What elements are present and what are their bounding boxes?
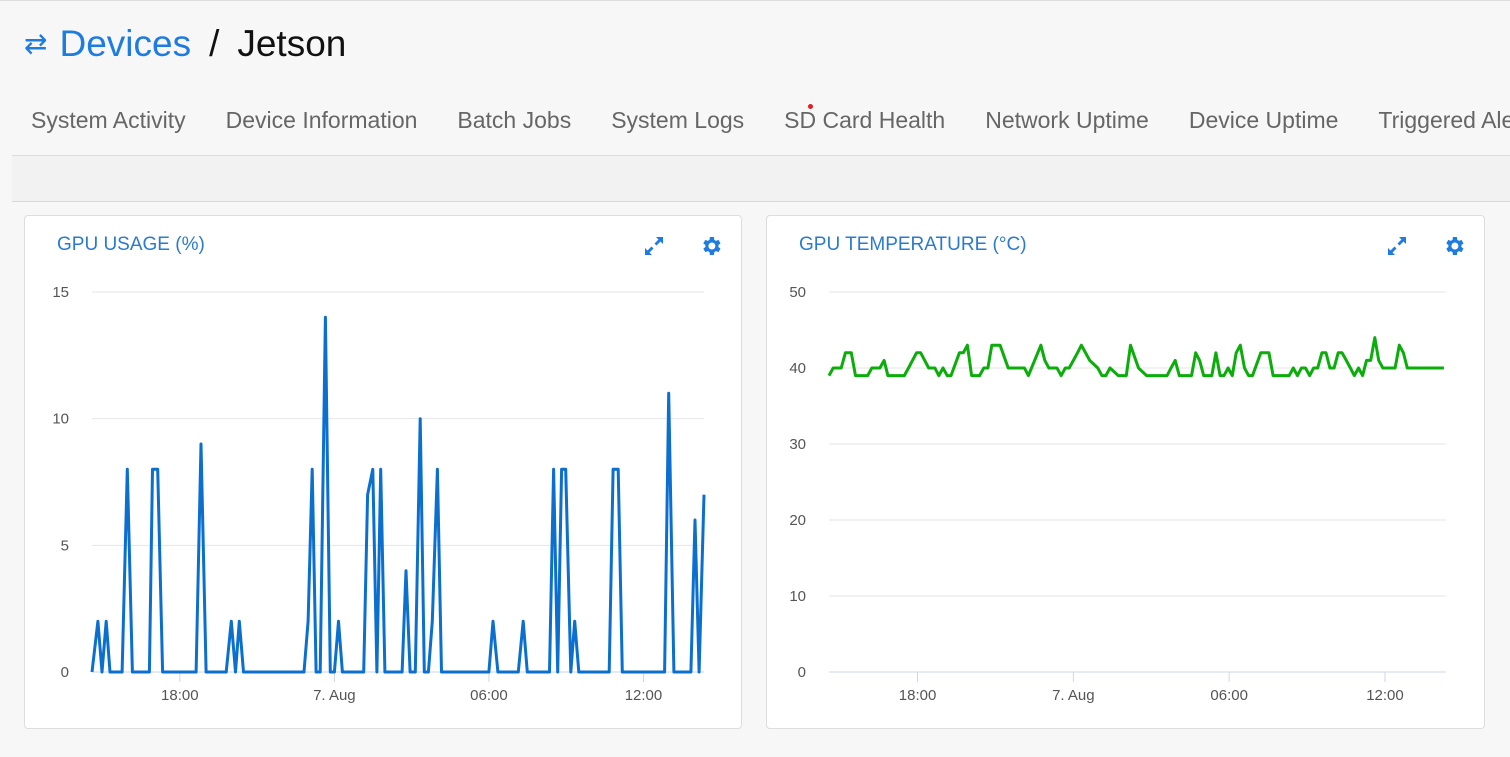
tab-system-activity[interactable]: System Activity [12,107,206,155]
breadcrumb-devices-link[interactable]: Devices [59,23,191,65]
tab-sd-card-health[interactable]: SD Card Health [764,104,965,155]
gear-icon[interactable] [1442,234,1466,258]
breadcrumb: ⇄ Devices / Jetson [24,23,346,65]
expand-icon[interactable] [1385,234,1409,258]
x-tick-label: 7. Aug [1052,687,1095,704]
gpu-temperature-card: 0 10 20 30 40 50 18:00 7. Aug 06:00 12:00 GPU TEM… [766,215,1485,729]
series-line [90,315,706,674]
y-tick-label: 15 [52,284,69,301]
x-tick-label: 06:00 [1210,687,1248,704]
tab-label: SD Card Health [784,107,946,133]
tab-label: Network Uptime [985,107,1149,133]
y-tick-label: 50 [789,284,806,301]
x-tick-label: 06:00 [470,687,508,704]
x-tick-label: 12:00 [1366,687,1404,704]
tab-network-uptime[interactable]: Network Uptime [965,107,1169,155]
chart-title: GPU TEMPERATURE (°C) [799,234,1027,255]
toolbar-strip [12,156,1510,202]
x-tick-label: 18:00 [161,687,199,704]
gear-icon[interactable] [699,234,723,258]
expand-icon[interactable] [642,234,666,258]
y-tick-label: 20 [789,512,806,529]
y-tick-label: 5 [61,537,69,554]
y-tick-label: 0 [798,664,806,681]
breadcrumb-separator: / [209,23,220,64]
y-tick-label: 10 [789,588,806,605]
tab-label: Device Information [225,107,418,133]
tab-bar: System Activity Device Information Batch… [12,104,1510,156]
tab-label: System Logs [611,107,745,133]
y-tick-label: 10 [52,411,69,428]
tab-system-logs[interactable]: System Logs [591,107,764,155]
series-line [827,336,1444,378]
x-tick-label: 18:00 [899,687,937,704]
swap-arrows-icon[interactable]: ⇄ [24,27,47,60]
tab-triggered-alerts[interactable]: Triggered Alerts [1358,107,1510,155]
x-tick-label: 7. Aug [313,687,356,704]
page-title: Jetson [237,23,347,64]
tab-device-uptime[interactable]: Device Uptime [1169,107,1359,155]
tab-label: Device Uptime [1188,107,1339,133]
y-tick-label: 30 [789,436,806,453]
tab-label: System Activity [31,107,186,133]
tab-label: Batch Jobs [457,107,572,133]
chart-title: GPU USAGE (%) [57,234,205,255]
y-tick-label: 40 [789,360,806,377]
y-tick-label: 0 [61,664,69,681]
tab-device-information[interactable]: Device Information [206,107,438,155]
gpu-usage-card: 0 5 10 15 18:00 7. Aug 06:00 12:00 GPU USAGE (%… [24,215,742,729]
gpu-temperature-chart: 0 10 20 30 40 50 18:00 7. Aug 06:00 12:00 [789,284,1446,704]
tab-label: Triggered Alerts [1378,107,1510,133]
tab-batch-jobs[interactable]: Batch Jobs [437,107,591,155]
gpu-usage-chart: 0 5 10 15 18:00 7. Aug 06:00 12:00 [52,284,706,704]
x-tick-label: 12:00 [625,687,663,704]
